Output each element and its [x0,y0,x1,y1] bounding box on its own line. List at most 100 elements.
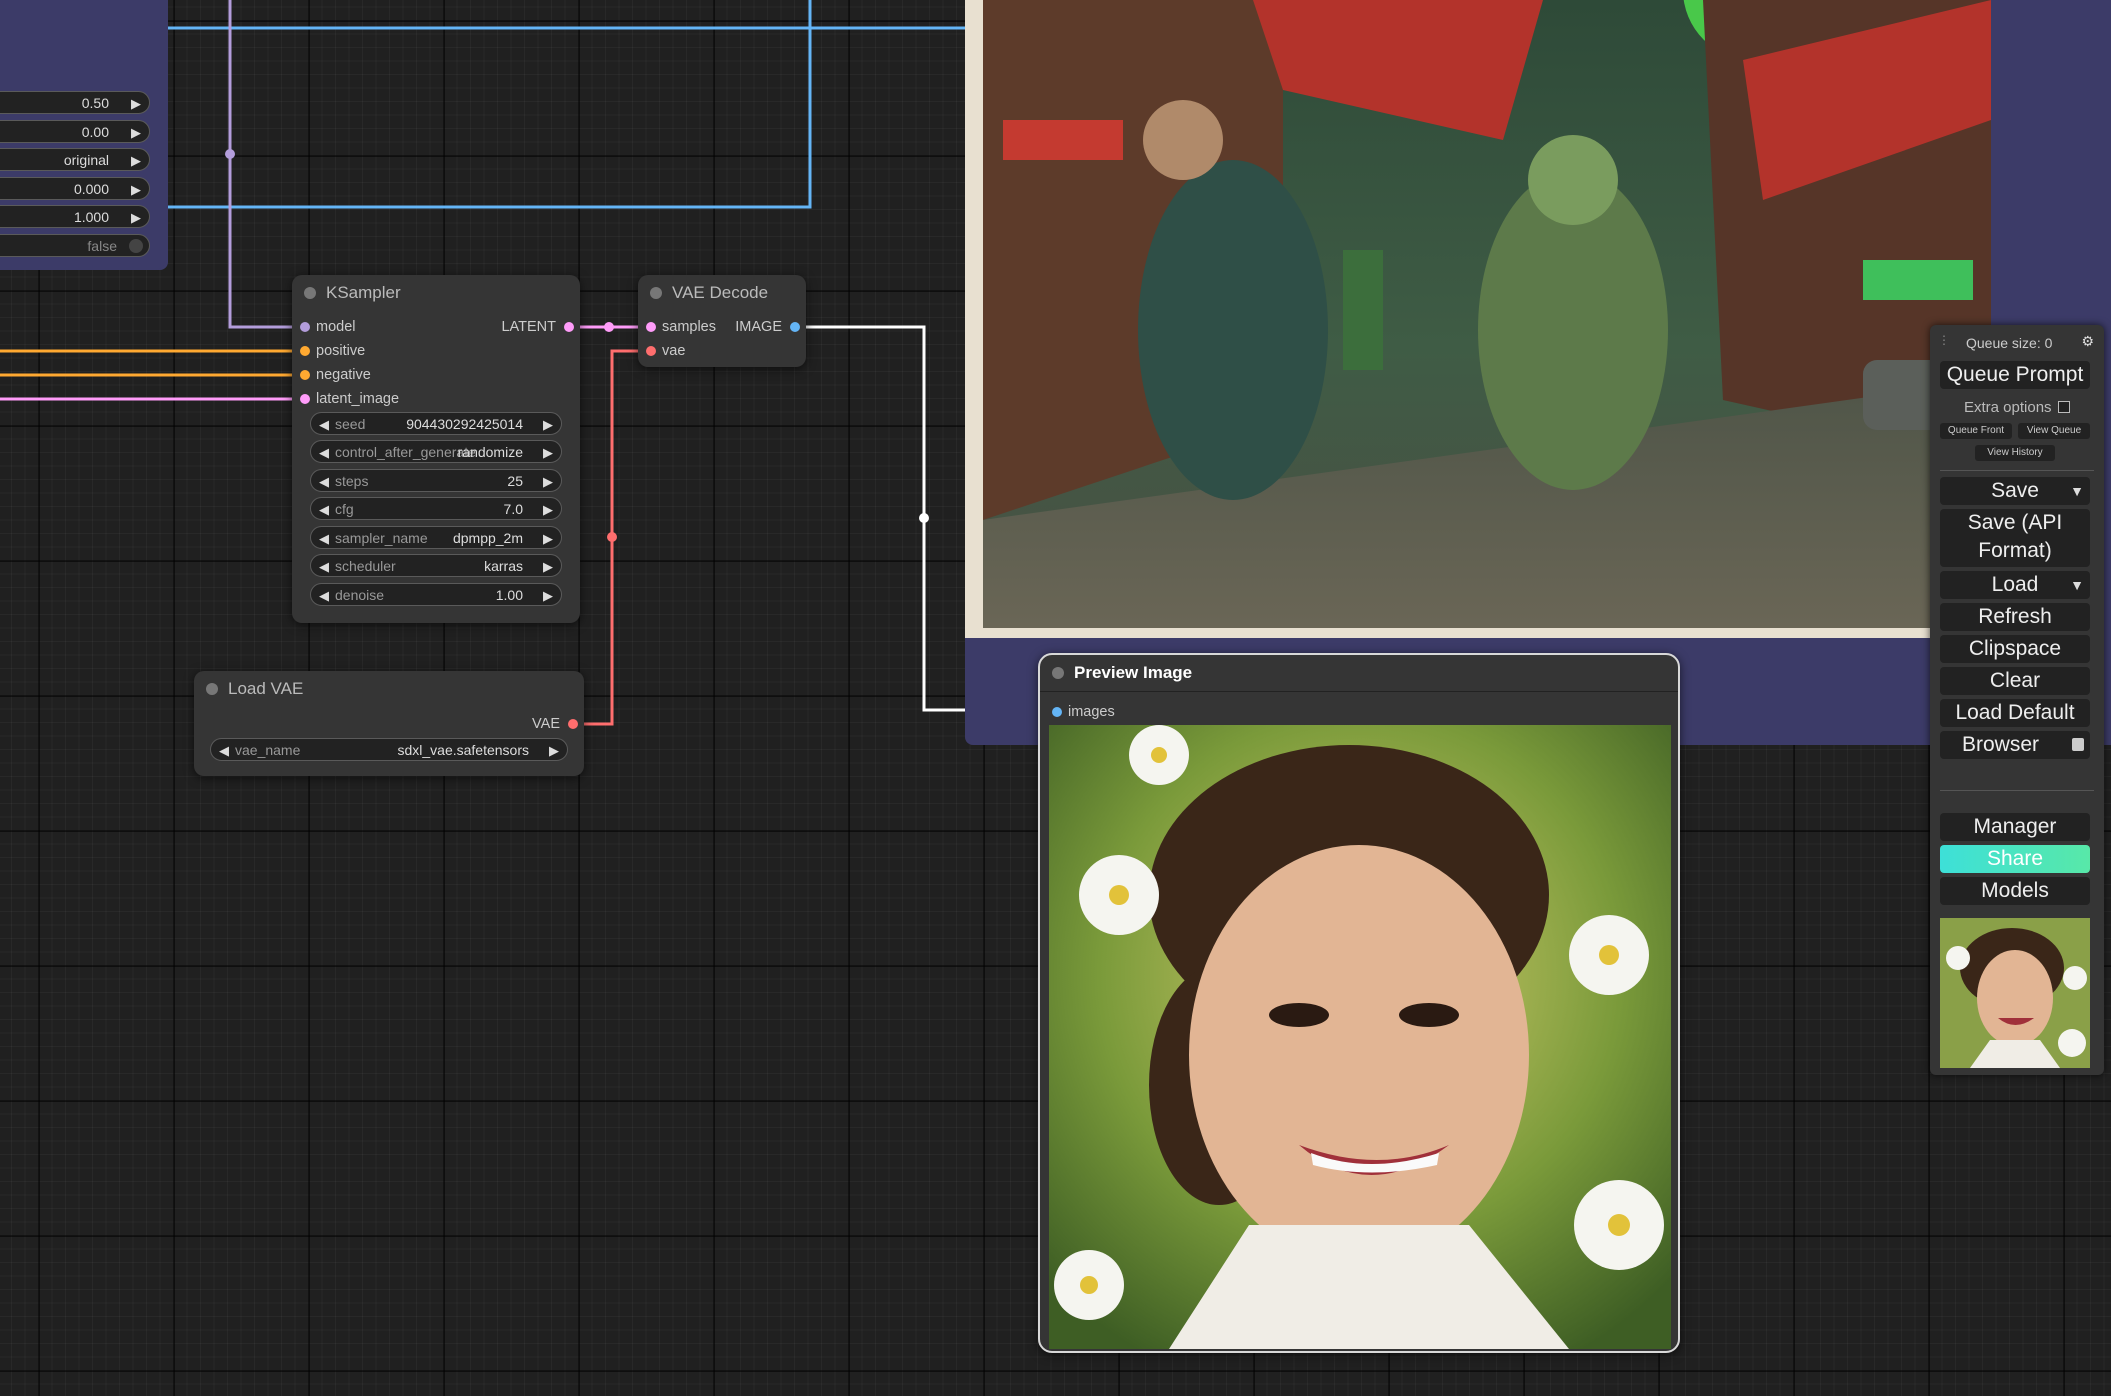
toggle-knob-icon [129,239,143,253]
extra-options-checkbox[interactable] [2058,401,2070,413]
partial-toggle[interactable]: false [0,234,150,257]
save-label: Save [1991,479,2039,502]
partial-widget-1[interactable]: 0.50 ▶ [0,91,150,114]
input-slot-model[interactable]: model [316,318,356,336]
widget-sampler-name[interactable]: ◀ sampler_name dpmpp_2m ▶ [310,526,562,549]
input-slot-vae[interactable]: vae [662,342,685,360]
output-dot-icon[interactable] [568,719,578,729]
arrow-left-icon[interactable]: ◀ [319,413,329,436]
save-api-format-button[interactable]: Save (API Format) [1940,509,2090,567]
arrow-right-icon[interactable]: ▶ [131,178,141,201]
view-queue-button[interactable]: View Queue [2018,423,2090,439]
widget-vae-name[interactable]: ◀ vae_name sdxl_vae.safetensors ▶ [210,738,568,761]
clipspace-button[interactable]: Clipspace [1940,635,2090,663]
load-vae-node[interactable]: Load VAE VAE ◀ vae_name sdxl_vae.safetenso… [194,671,584,776]
node-title-bar[interactable]: KSampler [292,275,580,311]
arrow-left-icon[interactable]: ◀ [319,555,329,578]
output-dot-icon[interactable] [790,322,800,332]
arrow-left-icon[interactable]: ◀ [319,584,329,607]
refresh-button[interactable]: Refresh [1940,603,2090,631]
arrow-left-icon[interactable]: ◀ [319,498,329,521]
load-button[interactable]: Load ▼ [1940,571,2090,599]
settings-gear-icon[interactable]: ⚙ [2081,333,2094,350]
widget-scheduler[interactable]: ◀ scheduler karras ▶ [310,554,562,577]
arrow-right-icon[interactable]: ▶ [543,584,553,607]
preview-image-node[interactable]: Preview Image images [1038,653,1680,1353]
browser-button[interactable]: Browser [1940,731,2090,759]
widget-denoise[interactable]: ◀ denoise 1.00 ▶ [310,583,562,606]
collapse-dot-icon[interactable] [206,683,218,695]
input-slot-samples[interactable]: samples [662,318,716,336]
arrow-right-icon[interactable]: ▶ [131,121,141,144]
arrow-right-icon[interactable]: ▶ [543,555,553,578]
arrow-right-icon[interactable]: ▶ [543,470,553,493]
output-slot-image[interactable]: IMAGE [735,318,782,336]
input-dot-icon[interactable] [300,370,310,380]
load-default-button[interactable]: Load Default [1940,699,2090,727]
input-slot-positive[interactable]: positive [316,342,365,360]
queue-prompt-button[interactable]: Queue Prompt [1940,361,2090,389]
history-thumbnail-image[interactable] [1940,918,2090,1068]
save-button[interactable]: Save ▼ [1940,477,2090,505]
chevron-down-icon[interactable]: ▼ [2070,571,2084,599]
arrow-left-icon[interactable]: ◀ [219,739,229,762]
node-title-bar[interactable]: VAE Decode [638,275,806,311]
view-history-button[interactable]: View History [1975,445,2055,461]
input-dot-icon[interactable] [300,394,310,404]
arrow-right-icon[interactable]: ▶ [131,149,141,172]
chevron-down-icon[interactable]: ▼ [2070,477,2084,505]
output-slot-vae[interactable]: VAE [532,715,560,733]
manager-button[interactable]: Manager [1940,813,2090,841]
clear-button[interactable]: Clear [1940,667,2090,695]
city-scene-image [983,0,1991,628]
partial-widget-5[interactable]: 1.000 ▶ [0,205,150,228]
preview-image-portrait[interactable] [1049,725,1671,1349]
output-dot-icon[interactable] [564,322,574,332]
arrow-right-icon[interactable]: ▶ [543,527,553,550]
partial-widget-2[interactable]: 0.00 ▶ [0,120,150,143]
input-dot-icon[interactable] [300,322,310,332]
widget-steps[interactable]: ◀ steps 25 ▶ [310,469,562,492]
input-dot-icon[interactable] [646,322,656,332]
widget-seed[interactable]: ◀ seed 904430292425014 ▶ [310,412,562,435]
input-slot-latent-image[interactable]: latent_image [316,390,399,408]
widget-control-after-generate[interactable]: ◀ control_after_generate randomize ▶ [310,440,562,463]
node-title-bar[interactable]: Load VAE [194,671,584,707]
widget-value: 0.50 [81,95,109,111]
input-dot-icon[interactable] [300,346,310,356]
collapse-dot-icon[interactable] [650,287,662,299]
arrow-right-icon[interactable]: ▶ [543,498,553,521]
collapse-dot-icon[interactable] [304,287,316,299]
arrow-right-icon[interactable]: ▶ [549,739,559,762]
collapse-dot-icon[interactable] [1052,667,1064,679]
floppy-disk-icon[interactable] [2072,738,2084,751]
widget-cfg[interactable]: ◀ cfg 7.0 ▶ [310,497,562,520]
vae-decode-node[interactable]: VAE Decode samples IMAGE vae [638,275,806,367]
arrow-right-icon[interactable]: ▶ [131,206,141,229]
latent-link-midpoint [604,322,614,332]
input-dot-icon[interactable] [646,346,656,356]
arrow-right-icon[interactable]: ▶ [543,413,553,436]
arrow-left-icon[interactable]: ◀ [319,441,329,462]
input-dot-icon[interactable] [1052,707,1062,717]
arrow-left-icon[interactable]: ◀ [319,527,329,550]
queue-front-button[interactable]: Queue Front [1940,423,2012,439]
partial-widget-3[interactable]: original ▶ [0,148,150,171]
arrow-left-icon[interactable]: ◀ [319,470,329,493]
drag-handle-icon[interactable]: ⋮ [1938,333,1950,347]
image-link-mid [168,0,812,209]
partial-widget-4[interactable]: 0.000 ▶ [0,177,150,200]
input-slot-negative[interactable]: negative [316,366,371,384]
widget-name: control_after_generate [335,444,475,460]
share-button[interactable]: Share [1940,845,2090,873]
arrow-right-icon[interactable]: ▶ [131,92,141,115]
models-button[interactable]: Models [1940,877,2090,905]
ksampler-node[interactable]: KSampler model LATENT positive negative … [292,275,580,623]
arrow-right-icon[interactable]: ▶ [543,441,553,462]
node-title-bar[interactable]: Preview Image [1040,655,1678,691]
browser-label: Browser [1962,733,2040,756]
queue-size-label: Queue size: 0 [1966,335,2053,351]
output-slot-latent[interactable]: LATENT [501,318,556,336]
load-label: Load [1991,573,2039,596]
input-slot-images[interactable]: images [1068,703,1115,721]
